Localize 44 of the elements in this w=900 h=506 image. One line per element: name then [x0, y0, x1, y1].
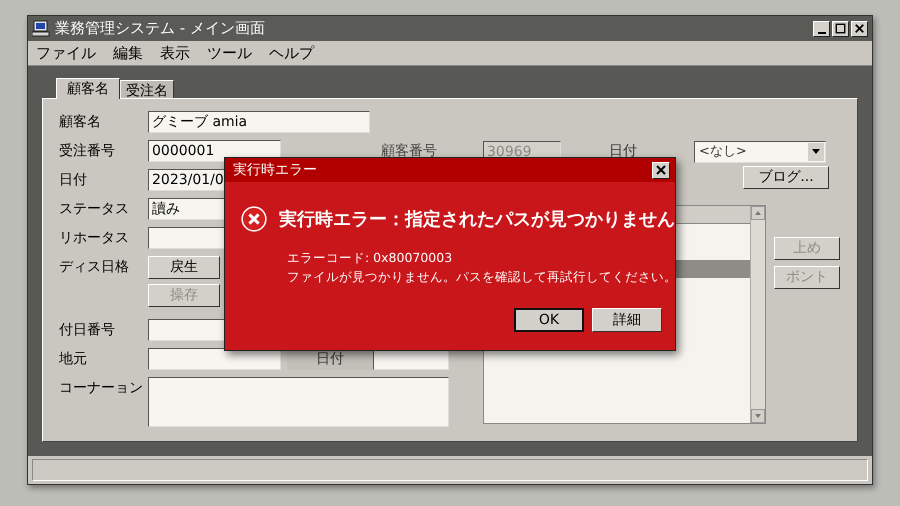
field-label: 地元 [59, 350, 88, 369]
error-heading: 実行時エラー：指定されたパスが見つかりません [279, 208, 675, 232]
menu-item[interactable]: ツール [207, 42, 252, 64]
field-label: 顧客番号 [381, 142, 437, 161]
maximize-icon [833, 21, 848, 36]
error-message: ファイルが見つかりません。パスを確認して再試行してください。 [287, 268, 675, 286]
maximize-button[interactable] [832, 20, 849, 36]
field-label: 日付 [59, 171, 88, 190]
error-message: エラーコード: 0x80070003 [287, 249, 454, 267]
scroll-up-icon [751, 206, 765, 220]
form-button[interactable]: 戻生 [148, 256, 220, 279]
dialog-button[interactable]: OK [514, 308, 584, 332]
minimize-button[interactable] [813, 20, 830, 36]
tab[interactable]: 顧客名 [56, 78, 120, 99]
tab[interactable]: 受注名 [120, 80, 174, 98]
close-icon [655, 164, 667, 176]
dropdown-value: <なし> [699, 142, 747, 161]
dropdown-arrow-icon [812, 149, 820, 154]
scroll-down-icon [751, 409, 765, 423]
field-label: リホータス [59, 229, 130, 248]
close-button[interactable] [851, 20, 868, 36]
close-button[interactable] [652, 162, 670, 178]
field-label: ステータス [59, 200, 130, 219]
date-dropdown[interactable]: <なし> [694, 140, 826, 162]
field-label: 付日番号 [59, 321, 116, 340]
menu-item[interactable]: ファイル [36, 42, 96, 64]
minimize-icon [818, 32, 826, 34]
text-field[interactable]: 0000001 [148, 140, 281, 162]
text-field[interactable] [148, 348, 281, 370]
field-label: 受注番号 [59, 142, 116, 161]
field-label: コーナーョン [59, 379, 144, 398]
field-label: ディス日格 [59, 258, 130, 277]
text-field[interactable]: グミーブ amia [148, 111, 370, 133]
dialog-button[interactable]: 詳細 [592, 308, 662, 332]
window-title: 業務管理システム - メイン画面 [55, 18, 266, 40]
field-label: 顧客名 [59, 113, 102, 132]
menu-item[interactable]: ヘルプ [269, 42, 314, 64]
blog-button[interactable]: ブログ... [743, 166, 829, 189]
computer-icon [32, 20, 50, 37]
menu-item[interactable]: 編集 [113, 42, 143, 64]
field-label: 日付 [609, 142, 638, 161]
scrollbar[interactable] [750, 206, 765, 423]
menu-item[interactable]: 表示 [160, 42, 190, 64]
memo-field[interactable] [148, 377, 449, 427]
